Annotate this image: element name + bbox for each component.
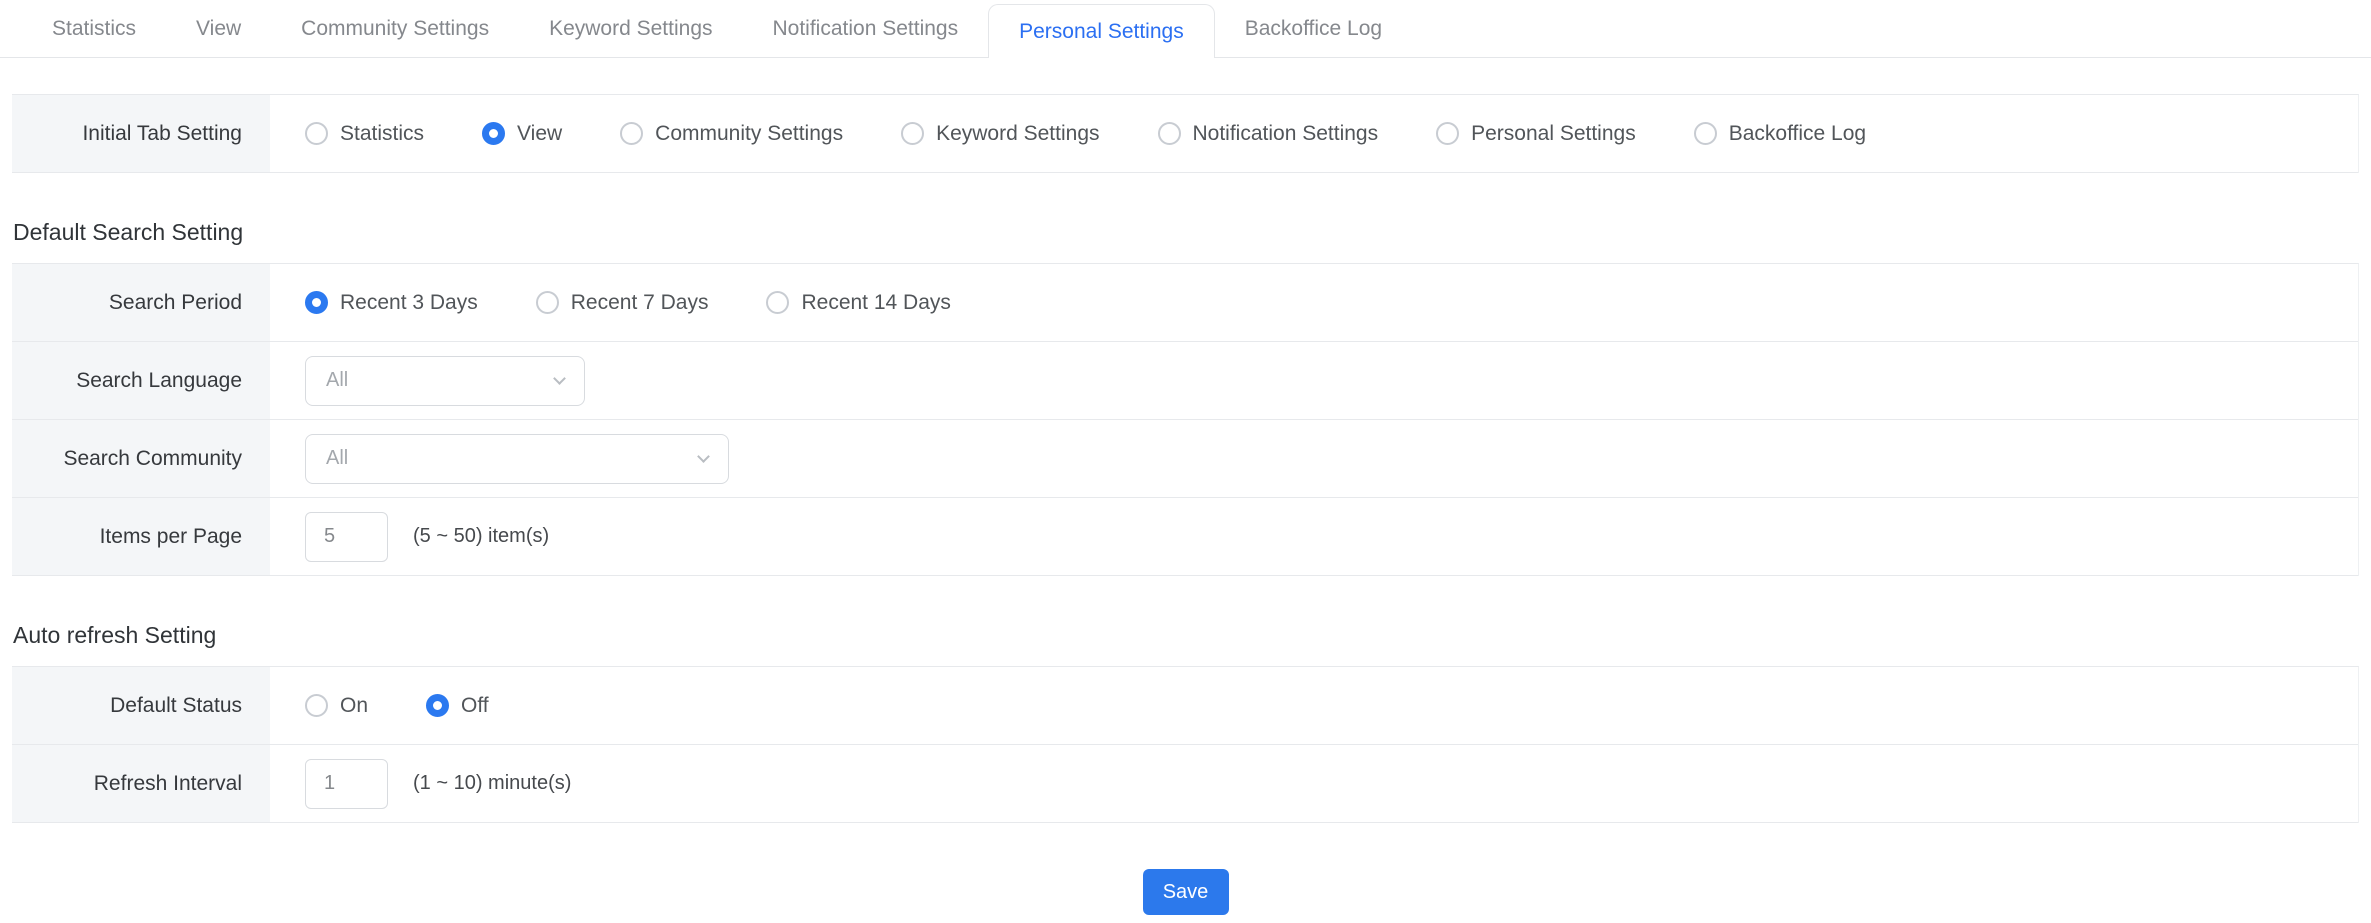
- refresh-interval-label: Refresh Interval: [12, 745, 270, 822]
- initial-tab-setting-options: Statistics View Community Settings Keywo…: [270, 95, 2358, 172]
- radio-button-icon: [536, 291, 559, 314]
- items-per-page-input[interactable]: [305, 512, 388, 562]
- search-period-row: Search Period Recent 3 Days Recent 7 Day…: [12, 264, 2358, 342]
- radio-button-icon: [766, 291, 789, 314]
- radio-option-label: Recent 14 Days: [801, 291, 950, 315]
- radio-option-label: Personal Settings: [1471, 122, 1636, 146]
- tab-backoffice-log[interactable]: Backoffice Log: [1215, 0, 1412, 57]
- items-per-page-label: Items per Page: [12, 498, 270, 575]
- section-title-auto-refresh-setting: Auto refresh Setting: [13, 622, 2359, 649]
- tab-view[interactable]: View: [166, 0, 271, 57]
- radio-option-label: Statistics: [340, 122, 424, 146]
- initial-tab-setting-table: Initial Tab Setting Statistics View Comm…: [12, 94, 2359, 173]
- refresh-interval-input[interactable]: [305, 759, 388, 809]
- radio-option-label: View: [517, 122, 562, 146]
- search-community-label: Search Community: [12, 420, 270, 497]
- radio-button-icon: [305, 291, 328, 314]
- select-value: All: [326, 447, 348, 470]
- search-period-option-recent-3-days[interactable]: Recent 3 Days: [305, 291, 478, 315]
- search-language-select[interactable]: All: [305, 356, 585, 406]
- radio-button-icon: [620, 122, 643, 145]
- radio-option-label: On: [340, 694, 368, 718]
- radio-button-icon: [482, 122, 505, 145]
- settings-form: Initial Tab Setting Statistics View Comm…: [12, 94, 2359, 915]
- initial-tab-option-personal-settings[interactable]: Personal Settings: [1436, 122, 1636, 146]
- radio-button-icon: [1694, 122, 1717, 145]
- initial-tab-option-keyword-settings[interactable]: Keyword Settings: [901, 122, 1099, 146]
- radio-button-icon: [1436, 122, 1459, 145]
- radio-option-label: Keyword Settings: [936, 122, 1099, 146]
- items-per-page-row: Items per Page (5 ~ 50) item(s): [12, 498, 2358, 576]
- save-button[interactable]: Save: [1143, 869, 1229, 915]
- search-community-select[interactable]: All: [305, 434, 729, 484]
- radio-button-icon: [901, 122, 924, 145]
- search-period-label: Search Period: [12, 264, 270, 341]
- radio-option-label: Recent 3 Days: [340, 291, 478, 315]
- tab-community-settings[interactable]: Community Settings: [271, 0, 519, 57]
- initial-tab-setting-row: Initial Tab Setting Statistics View Comm…: [12, 95, 2358, 173]
- items-per-page-hint: (5 ~ 50) item(s): [413, 525, 549, 548]
- search-community-row: Search Community All: [12, 420, 2358, 498]
- section-title-default-search-setting: Default Search Setting: [13, 219, 2359, 246]
- initial-tab-option-notification-settings[interactable]: Notification Settings: [1158, 122, 1379, 146]
- search-period-options: Recent 3 Days Recent 7 Days Recent 14 Da…: [270, 264, 2358, 341]
- radio-option-label: Recent 7 Days: [571, 291, 709, 315]
- chevron-down-icon: [697, 450, 710, 463]
- initial-tab-option-view[interactable]: View: [482, 122, 562, 146]
- default-status-label: Default Status: [12, 667, 270, 744]
- refresh-interval-row: Refresh Interval (1 ~ 10) minute(s): [12, 745, 2358, 823]
- search-language-row: Search Language All: [12, 342, 2358, 420]
- default-status-row: Default Status On Off: [12, 667, 2358, 745]
- chevron-down-icon: [553, 372, 566, 385]
- default-search-setting-table: Search Period Recent 3 Days Recent 7 Day…: [12, 263, 2359, 576]
- default-status-option-on[interactable]: On: [305, 694, 368, 718]
- tab-personal-settings[interactable]: Personal Settings: [988, 4, 1215, 58]
- tab-notification-settings[interactable]: Notification Settings: [743, 0, 989, 57]
- radio-option-label: Off: [461, 694, 489, 718]
- default-status-options: On Off: [270, 667, 2358, 744]
- search-period-option-recent-14-days[interactable]: Recent 14 Days: [766, 291, 950, 315]
- initial-tab-setting-label: Initial Tab Setting: [12, 95, 270, 172]
- radio-option-label: Backoffice Log: [1729, 122, 1866, 146]
- radio-button-icon: [1158, 122, 1181, 145]
- refresh-interval-hint: (1 ~ 10) minute(s): [413, 772, 571, 795]
- select-value: All: [326, 369, 348, 392]
- auto-refresh-setting-table: Default Status On Off Refresh Interval (…: [12, 666, 2359, 823]
- radio-option-label: Notification Settings: [1193, 122, 1379, 146]
- tab-keyword-settings[interactable]: Keyword Settings: [519, 0, 742, 57]
- radio-button-icon: [426, 694, 449, 717]
- radio-button-icon: [305, 122, 328, 145]
- tab-bar: Statistics View Community Settings Keywo…: [0, 0, 2371, 58]
- initial-tab-option-statistics[interactable]: Statistics: [305, 122, 424, 146]
- radio-button-icon: [305, 694, 328, 717]
- tab-statistics[interactable]: Statistics: [22, 0, 166, 57]
- default-status-option-off[interactable]: Off: [426, 694, 489, 718]
- radio-option-label: Community Settings: [655, 122, 843, 146]
- search-period-option-recent-7-days[interactable]: Recent 7 Days: [536, 291, 709, 315]
- initial-tab-option-backoffice-log[interactable]: Backoffice Log: [1694, 122, 1866, 146]
- search-language-label: Search Language: [12, 342, 270, 419]
- initial-tab-option-community-settings[interactable]: Community Settings: [620, 122, 843, 146]
